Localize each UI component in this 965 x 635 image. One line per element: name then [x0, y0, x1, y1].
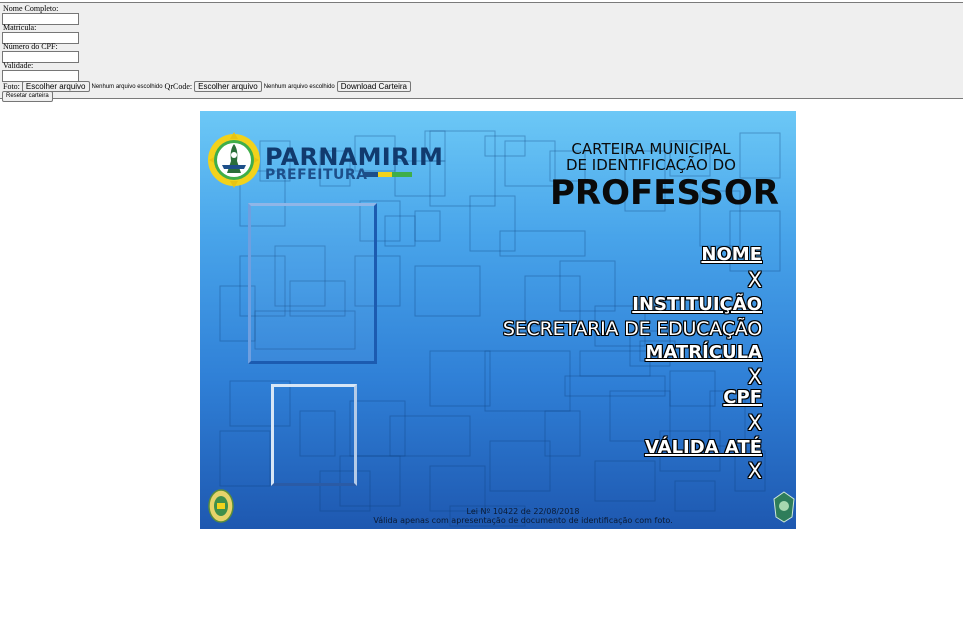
qrcode-choose-file-button[interactable]: Escolher arquivo: [194, 81, 262, 92]
brand-stripe: [364, 172, 412, 177]
validade-card-value: X: [747, 459, 762, 483]
reset-button[interactable]: Resetar carteira: [2, 91, 53, 102]
card-title-professor: PROFESSOR: [550, 173, 779, 213]
brand-subtitle: PREFEITURA: [265, 167, 368, 183]
foto-label: Foto:: [3, 82, 20, 91]
photo-frame: [248, 203, 377, 364]
footer-law: Lei Nº 10422 de 22/08/2018: [466, 507, 580, 516]
cpf-card-label: CPF: [723, 387, 762, 408]
instituicao-label: INSTITUIÇÃO: [632, 294, 762, 315]
qrcode-frame: [271, 384, 357, 486]
nome-value: X: [747, 268, 762, 292]
id-card: PARNAMIRIM PREFEITURA CARTEIRA MUNICIPAL…: [200, 111, 796, 529]
matricula-card-value: X: [747, 365, 762, 389]
download-button[interactable]: Download Carteira: [336, 81, 412, 92]
card-form: Nome Completo: Matrícula: Número do CPF:…: [0, 2, 963, 102]
file-row: Foto: Escolher arquivo Nenhum arquivo es…: [3, 81, 412, 92]
validade-label: Validade:: [3, 61, 34, 70]
matricula-card-label: MATRÍCULA: [645, 342, 762, 363]
qrcode-no-file-text: Nenhum arquivo escolhido: [263, 83, 335, 90]
foto-no-file-text: Nenhum arquivo escolhido: [91, 83, 163, 90]
matricula-label: Matrícula:: [3, 23, 37, 32]
qrcode-label: QrCode:: [164, 82, 193, 91]
nome-label: NOME: [701, 244, 762, 265]
cpf-card-value: X: [747, 411, 762, 435]
validade-card-label: VÁLIDA ATÉ: [644, 437, 762, 458]
card-title-line1: CARTEIRA MUNICIPAL: [571, 140, 731, 158]
parnamirim-emblem-icon: [208, 132, 260, 188]
footer-note: Válida apenas com apresentação de docume…: [373, 516, 673, 525]
cpf-label: Número do CPF:: [3, 42, 58, 51]
name-label: Nome Completo:: [3, 4, 59, 13]
card-title-line2: DE IDENTIFICAÇÃO DO: [566, 156, 736, 174]
instituicao-value: SECRETARIA DE EDUCAÇÃO: [502, 318, 762, 340]
